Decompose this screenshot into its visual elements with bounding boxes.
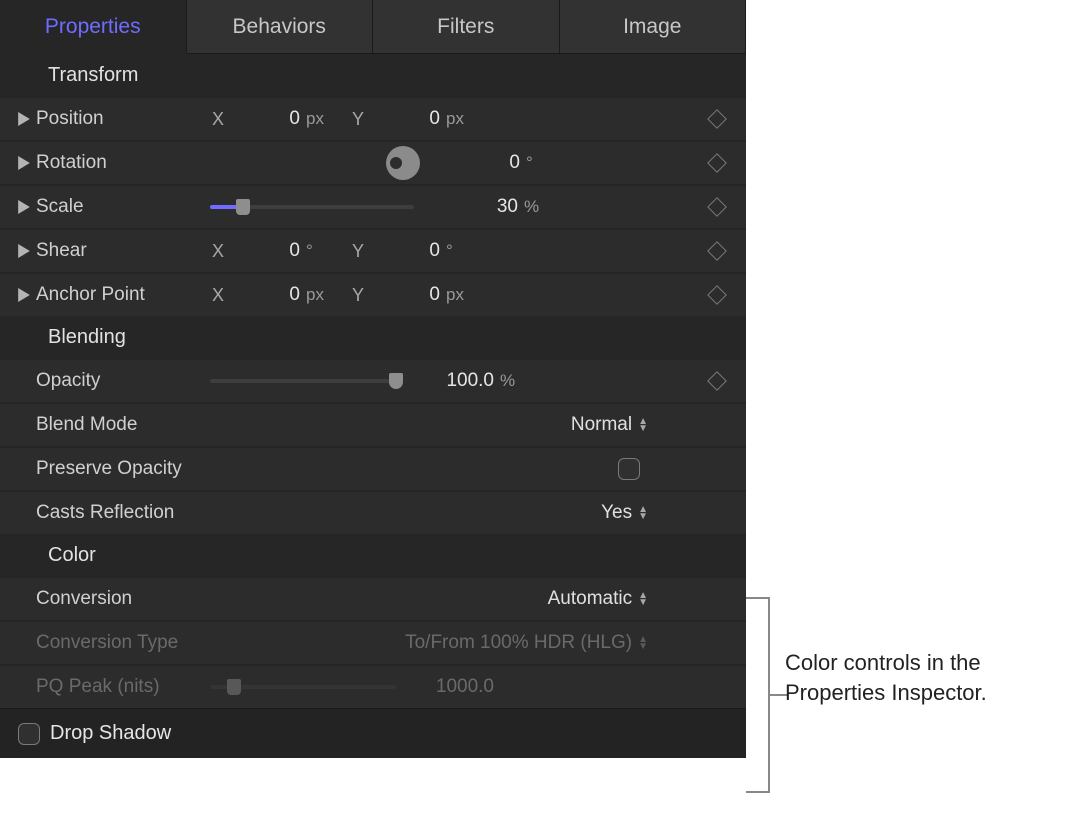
disclosure-triangle-icon[interactable]	[12, 244, 36, 258]
position-label: Position	[36, 108, 204, 130]
shear-x-field[interactable]: 0	[232, 240, 304, 262]
anchor-y-unit: px	[444, 285, 484, 305]
axis-y-label: Y	[344, 241, 372, 262]
rotation-dial[interactable]	[386, 146, 420, 180]
row-preserve-opacity: Preserve Opacity	[0, 446, 746, 490]
inspector-tab-bar: Properties Behaviors Filters Image	[0, 0, 746, 54]
anchor-x-field[interactable]: 0	[232, 284, 304, 306]
row-blend-mode: Blend Mode Normal ▲▼	[0, 402, 746, 446]
rotation-field[interactable]: 0	[424, 152, 524, 174]
opacity-field[interactable]: 100.0	[406, 370, 498, 392]
pq-peak-field: 1000.0	[406, 676, 498, 698]
opacity-unit: %	[498, 371, 538, 391]
row-casts-reflection: Casts Reflection Yes ▲▼	[0, 490, 746, 534]
keyframe-icon[interactable]	[707, 285, 727, 305]
row-shear: Shear X 0 ° Y 0 °	[0, 228, 746, 272]
tab-behaviors[interactable]: Behaviors	[187, 0, 374, 54]
blend-mode-popup[interactable]: Normal ▲▼	[204, 414, 648, 436]
shear-y-field[interactable]: 0	[372, 240, 444, 262]
conversion-type-label: Conversion Type	[36, 632, 204, 654]
keyframe-icon[interactable]	[707, 241, 727, 261]
anchor-y-field[interactable]: 0	[372, 284, 444, 306]
disclosure-triangle-icon[interactable]	[12, 200, 36, 214]
rotation-label: Rotation	[36, 152, 204, 174]
row-scale: Scale 30 %	[0, 184, 746, 228]
opacity-slider[interactable]	[210, 379, 396, 383]
section-title-color: Color	[0, 534, 746, 576]
position-x-field[interactable]: 0	[232, 108, 304, 130]
disclosure-triangle-icon[interactable]	[12, 156, 36, 170]
popup-arrows-icon: ▲▼	[638, 506, 648, 520]
tab-properties[interactable]: Properties	[0, 0, 187, 54]
conversion-type-popup: To/From 100% HDR (HLG) ▲▼	[204, 632, 648, 654]
row-conversion: Conversion Automatic ▲▼	[0, 576, 746, 620]
conversion-value: Automatic	[548, 588, 632, 610]
disclosure-triangle-icon[interactable]	[12, 112, 36, 126]
rotation-unit: °	[524, 153, 564, 173]
opacity-label: Opacity	[36, 370, 204, 392]
axis-y-label: Y	[344, 285, 372, 306]
conversion-label: Conversion	[36, 588, 204, 610]
section-title-blending: Blending	[0, 316, 746, 358]
callout-text: Color controls in the Properties Inspect…	[785, 648, 987, 707]
row-drop-shadow: Drop Shadow	[0, 708, 746, 758]
preserve-opacity-label: Preserve Opacity	[36, 458, 204, 480]
shear-label: Shear	[36, 240, 204, 262]
drop-shadow-checkbox[interactable]	[18, 723, 40, 745]
keyframe-icon[interactable]	[707, 371, 727, 391]
tab-filters[interactable]: Filters	[373, 0, 560, 54]
scale-slider[interactable]	[210, 205, 414, 209]
scale-unit: %	[522, 197, 562, 217]
tab-image[interactable]: Image	[560, 0, 747, 54]
shear-y-unit: °	[444, 241, 484, 261]
pq-peak-slider	[210, 685, 396, 689]
axis-x-label: X	[204, 109, 232, 130]
popup-arrows-icon: ▲▼	[638, 592, 648, 606]
conversion-popup[interactable]: Automatic ▲▼	[204, 588, 648, 610]
blend-mode-value: Normal	[571, 414, 632, 436]
callout-bracket	[746, 597, 774, 793]
callout-line-2: Properties Inspector.	[785, 678, 987, 708]
casts-reflection-popup[interactable]: Yes ▲▼	[204, 502, 648, 524]
section-title-transform: Transform	[0, 54, 746, 96]
conversion-type-value: To/From 100% HDR (HLG)	[405, 632, 632, 654]
properties-inspector: Properties Behaviors Filters Image Trans…	[0, 0, 746, 758]
shear-x-unit: °	[304, 241, 344, 261]
row-rotation: Rotation 0 °	[0, 140, 746, 184]
preserve-opacity-checkbox[interactable]	[618, 458, 640, 480]
axis-x-label: X	[204, 285, 232, 306]
casts-reflection-label: Casts Reflection	[36, 502, 204, 524]
blend-mode-label: Blend Mode	[36, 414, 204, 436]
axis-x-label: X	[204, 241, 232, 262]
pq-peak-label: PQ Peak (nits)	[36, 676, 204, 698]
position-x-unit: px	[304, 109, 344, 129]
row-conversion-type: Conversion Type To/From 100% HDR (HLG) ▲…	[0, 620, 746, 664]
disclosure-triangle-icon[interactable]	[12, 288, 36, 302]
callout-line-1: Color controls in the	[785, 648, 987, 678]
axis-y-label: Y	[344, 109, 372, 130]
scale-label: Scale	[36, 196, 204, 218]
keyframe-icon[interactable]	[707, 153, 727, 173]
position-y-field[interactable]: 0	[372, 108, 444, 130]
row-pq-peak: PQ Peak (nits) 1000.0	[0, 664, 746, 708]
popup-arrows-icon: ▲▼	[638, 418, 648, 432]
position-y-unit: px	[444, 109, 484, 129]
row-anchor-point: Anchor Point X 0 px Y 0 px	[0, 272, 746, 316]
anchor-point-label: Anchor Point	[36, 284, 204, 306]
popup-arrows-icon: ▲▼	[638, 636, 648, 650]
scale-field[interactable]: 30	[430, 196, 522, 218]
keyframe-icon[interactable]	[707, 109, 727, 129]
casts-reflection-value: Yes	[601, 502, 632, 524]
drop-shadow-label: Drop Shadow	[50, 722, 171, 745]
keyframe-icon[interactable]	[707, 197, 727, 217]
row-opacity: Opacity 100.0 %	[0, 358, 746, 402]
row-position: Position X 0 px Y 0 px	[0, 96, 746, 140]
anchor-x-unit: px	[304, 285, 344, 305]
